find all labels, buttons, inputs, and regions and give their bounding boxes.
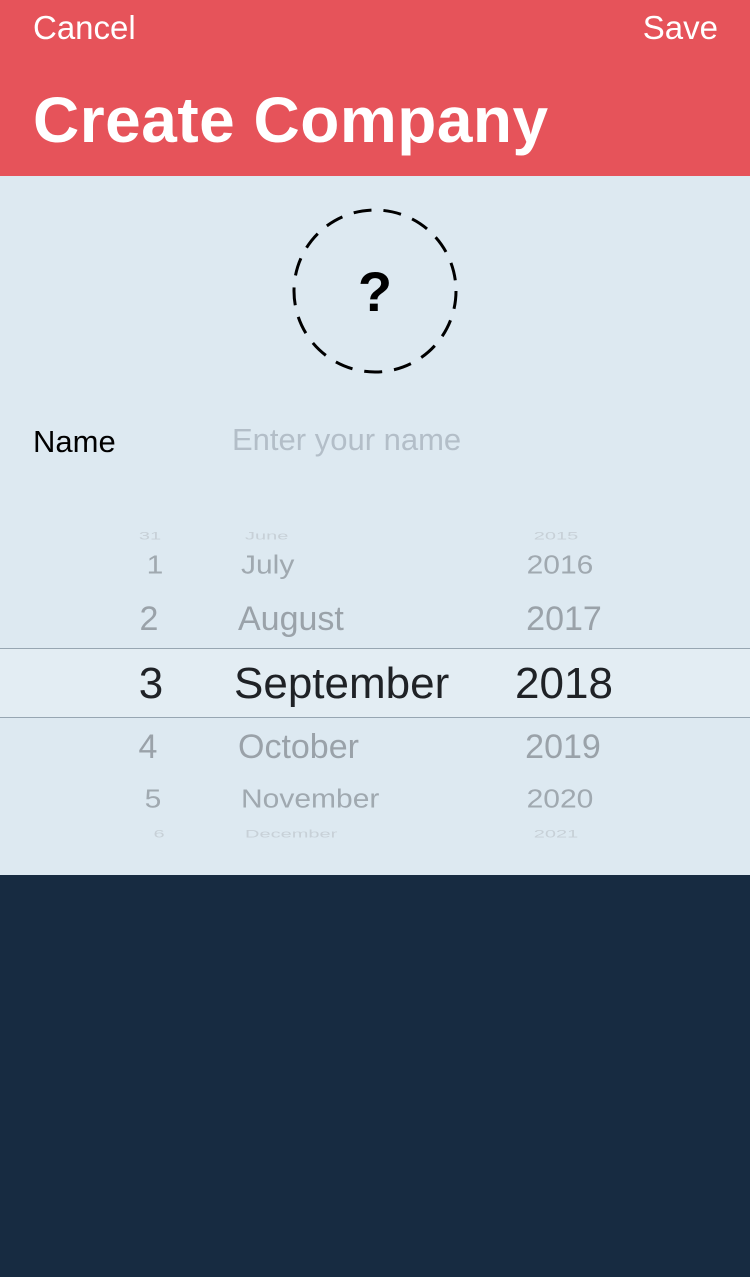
year-option[interactable]: 2017	[504, 599, 624, 639]
day-option-selected[interactable]: 3	[121, 662, 181, 706]
day-option[interactable]: 6	[129, 823, 189, 845]
month-option[interactable]: December	[245, 823, 505, 845]
form-panel: ? Name 31 1 2 3 4 5 6 June July August S…	[0, 176, 750, 875]
page-title: Create Company	[33, 84, 549, 156]
year-option-selected[interactable]: 2018	[504, 662, 624, 706]
day-option[interactable]: 5	[123, 783, 183, 817]
day-option[interactable]: 2	[119, 599, 179, 639]
year-option[interactable]: 2015	[496, 525, 616, 547]
month-option[interactable]: August	[238, 599, 498, 639]
navigation-bar: Cancel Save Create Company	[0, 0, 750, 176]
date-picker[interactable]: 31 1 2 3 4 5 6 June July August Septembe…	[0, 516, 750, 856]
day-option[interactable]: 1	[125, 549, 185, 583]
month-option-selected[interactable]: September	[234, 662, 494, 706]
year-option[interactable]: 2021	[496, 823, 616, 845]
year-option[interactable]: 2020	[500, 783, 620, 817]
day-option[interactable]: 4	[118, 727, 178, 767]
company-photo-picker[interactable]: ?	[292, 208, 458, 374]
question-mark-icon: ?	[357, 259, 393, 323]
year-option[interactable]: 2019	[503, 727, 623, 767]
month-option[interactable]: July	[241, 549, 501, 583]
month-option[interactable]: November	[241, 783, 501, 817]
save-button[interactable]: Save	[643, 8, 718, 48]
screen: Cancel Save Create Company ? Name 31 1 2…	[0, 0, 750, 1277]
month-option[interactable]: October	[238, 727, 498, 767]
cancel-button[interactable]: Cancel	[33, 8, 136, 48]
name-label: Name	[33, 424, 116, 459]
name-input[interactable]	[232, 416, 712, 464]
year-option[interactable]: 2016	[500, 549, 620, 583]
month-option[interactable]: June	[245, 525, 505, 547]
day-option[interactable]: 31	[120, 525, 180, 547]
